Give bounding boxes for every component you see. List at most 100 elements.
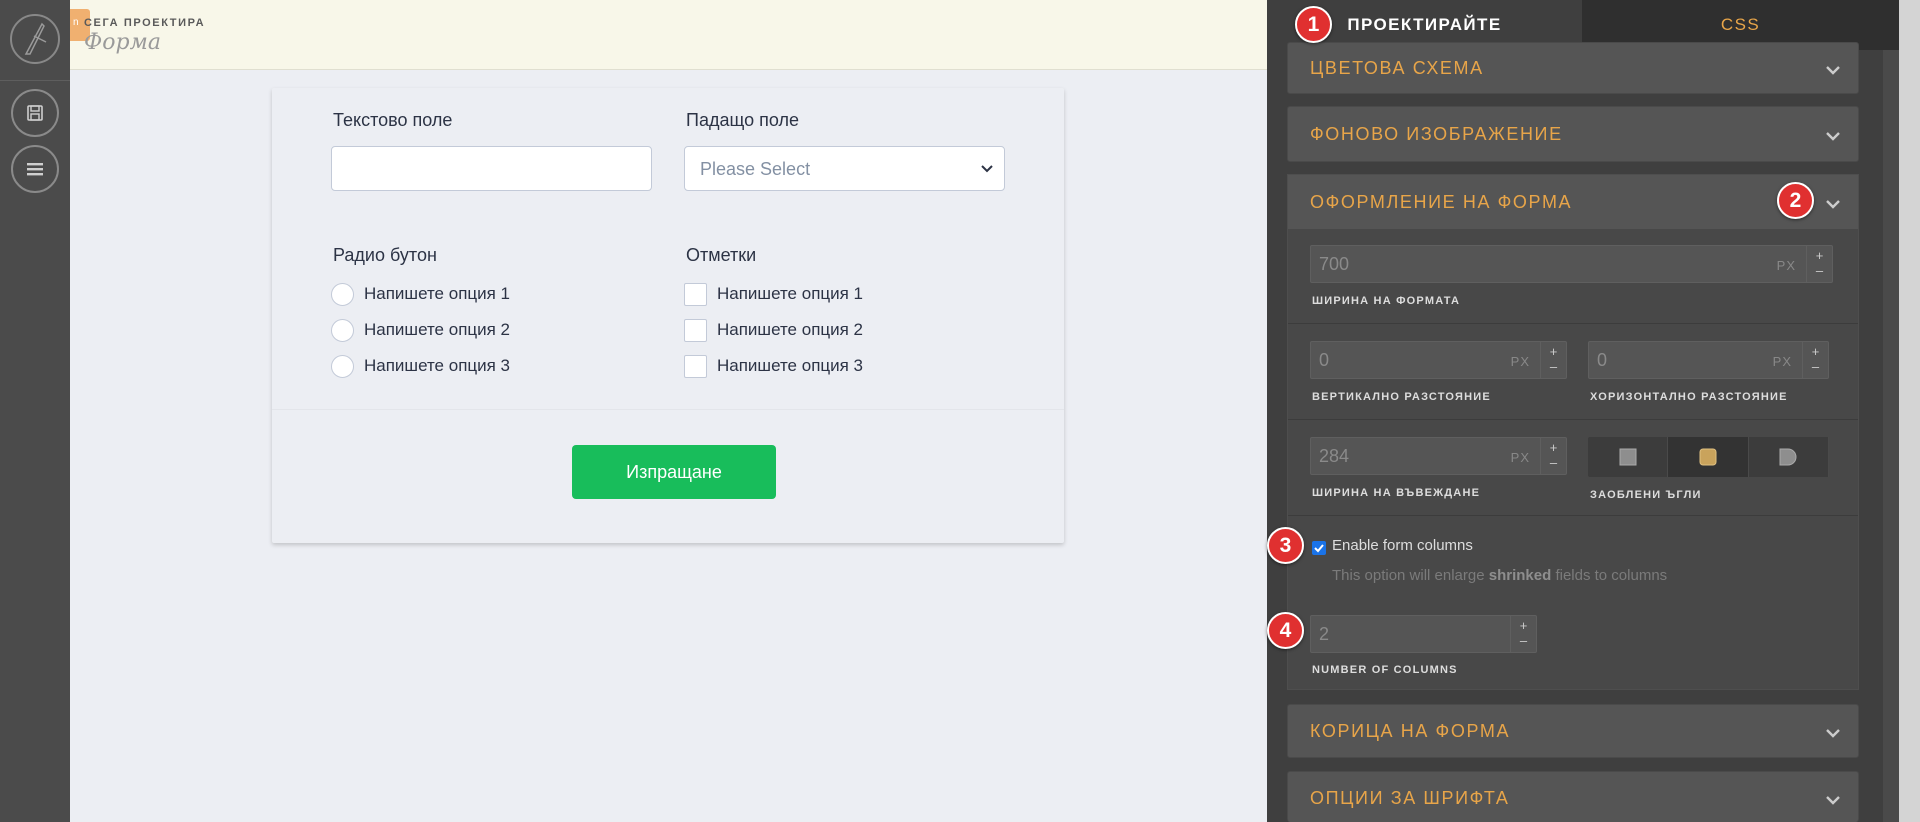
chevron-down-icon [981,165,993,173]
input-width-label: ШИРИНА НА ВЪВЕЖДАНЕ [1312,487,1481,499]
annotation-badge: 4 [1267,612,1304,649]
section-form-layout: ОФОРМЛЕНИЕ НА ФОРМА 700 PX + – ШИРИНА НА … [1287,174,1859,690]
left-rail [0,0,70,822]
section-color-scheme[interactable]: ЦВЕТОВА СХЕМА [1287,42,1859,94]
checkbox-square[interactable] [684,354,707,378]
chevron-down-icon [1826,796,1840,805]
annotation-badge: 2 [1777,182,1814,219]
section-title: ОПЦИИ ЗА ШРИФТА [1310,788,1510,808]
plus-icon[interactable]: + [1550,440,1558,455]
dropdown-placeholder: Please Select [700,159,811,179]
number-of-columns-input[interactable]: 2 + – [1310,615,1537,653]
form-title[interactable]: Форма [84,30,161,55]
annotation-badge: 3 [1267,527,1304,564]
checkbox-option-label: Напишете опция 1 [717,284,864,303]
unit-label: PX [1776,258,1796,273]
form-width-value: 700 [1319,254,1350,274]
rounded-corners-group [1588,437,1829,477]
form-width-input[interactable]: 700 PX + – [1310,245,1833,283]
pill-corner-icon [1779,448,1797,466]
corner-rounded-button[interactable] [1668,437,1749,477]
unit-label: PX [1510,450,1530,465]
form-columns-label[interactable]: Enable form columns [1332,537,1473,554]
radio-circle[interactable] [331,318,354,342]
number-of-columns-label: NUMBER OF COLUMNS [1312,664,1458,676]
vertical-spacing-value: 0 [1319,350,1330,370]
section-title: ОФОРМЛЕНИЕ НА ФОРМА [1310,192,1573,212]
minus-icon[interactable]: – [1812,359,1819,374]
input-width-input[interactable]: 284 PX + – [1310,437,1567,475]
input-width-value: 284 [1319,446,1350,466]
radio-option-label: Напишете опция 3 [364,356,511,375]
section-font-options[interactable]: ОПЦИИ ЗА ШРИФТА [1287,771,1859,822]
plus-icon[interactable]: + [1520,618,1528,633]
form-divider [272,409,1064,410]
stepper[interactable]: + – [1802,342,1828,378]
corner-pill-button[interactable] [1749,437,1829,477]
stepper[interactable]: + – [1510,616,1536,652]
section-title: ФОНОВО ИЗОБРАЖЕНИЕ [1310,124,1563,144]
stepper[interactable]: + – [1806,246,1832,282]
form-preview-card: Текстово поле Падащо поле Please Select … [272,88,1064,543]
plus-icon[interactable]: + [1812,344,1820,359]
number-of-columns-value: 2 [1319,624,1330,644]
text-input[interactable] [331,146,652,191]
form-columns-checkbox[interactable] [1312,541,1326,555]
plus-icon[interactable]: + [1816,248,1824,263]
dropdown-select[interactable]: Please Select [684,146,1005,191]
unit-label: PX [1772,354,1792,369]
menu-button[interactable] [11,145,59,193]
radio-circle[interactable] [331,354,354,378]
row-divider [1288,323,1858,324]
vertical-spacing-input[interactable]: 0 PX + – [1310,341,1567,379]
minus-icon[interactable]: – [1550,455,1557,470]
scrollbar-track[interactable] [1883,50,1899,822]
section-form-layout-header[interactable]: ОФОРМЛЕНИЕ НА ФОРМА [1288,175,1858,229]
checkbox-option[interactable]: Напишете опция 1 [684,280,863,308]
dropdown-label: Падащо поле [686,110,799,130]
checkbox-option-label: Напишете опция 2 [717,320,864,339]
unit-label: PX [1510,354,1530,369]
minus-icon[interactable]: – [1550,359,1557,374]
horizontal-spacing-label: ХОРИЗОНТАЛНО РАЗСТОЯНИЕ [1590,391,1788,403]
section-title: ЦВЕТОВА СХЕМА [1310,58,1484,78]
row-divider [1288,419,1858,420]
stepper[interactable]: + – [1540,342,1566,378]
chevron-down-icon [1826,66,1840,75]
floppy-disk-icon [27,105,43,121]
horizontal-spacing-input[interactable]: 0 PX + – [1588,341,1829,379]
checkbox-square[interactable] [684,282,707,306]
form-columns-description: This option will enlarge shrinked fields… [1332,567,1668,584]
radio-option[interactable]: Напишете опция 3 [331,352,510,380]
minus-icon[interactable]: – [1816,263,1823,278]
corner-square-button[interactable] [1588,437,1669,477]
chevron-down-icon [1826,132,1840,141]
logo-icon[interactable] [10,14,60,64]
text-field-label: Текстово поле [333,110,453,130]
row-divider [1288,515,1858,516]
stepper[interactable]: + – [1540,438,1566,474]
scrollbar-thumb[interactable] [1899,0,1920,822]
radio-option[interactable]: Напишете опция 1 [331,280,510,308]
radio-option[interactable]: Напишете опция 2 [331,316,510,344]
section-form-cover[interactable]: КОРИЦА НА ФОРМА [1287,704,1859,758]
checkbox-option[interactable]: Напишете опция 3 [684,352,863,380]
save-button[interactable] [11,89,59,137]
rail-divider [0,80,70,81]
radio-option-label: Напишете опция 2 [364,320,511,339]
section-background-image[interactable]: ФОНОВО ИЗОБРАЖЕНИЕ [1287,106,1859,162]
minus-icon[interactable]: – [1520,633,1527,648]
horizontal-spacing-value: 0 [1597,350,1608,370]
submit-button[interactable]: Изпращане [572,445,776,499]
checkbox-option-label: Напишете опция 3 [717,356,864,375]
checkbox-group-label: Отметки [686,245,757,265]
radio-group-label: Радио бутон [333,245,437,265]
chevron-down-icon [1826,200,1840,209]
plus-icon[interactable]: + [1550,344,1558,359]
radio-circle[interactable] [331,282,354,306]
rounded-corner-icon [1699,448,1717,466]
checkbox-option[interactable]: Напишете опция 2 [684,316,863,344]
checkmark-icon [1314,544,1324,553]
checkbox-square[interactable] [684,318,707,342]
section-title: КОРИЦА НА ФОРМА [1310,721,1511,741]
